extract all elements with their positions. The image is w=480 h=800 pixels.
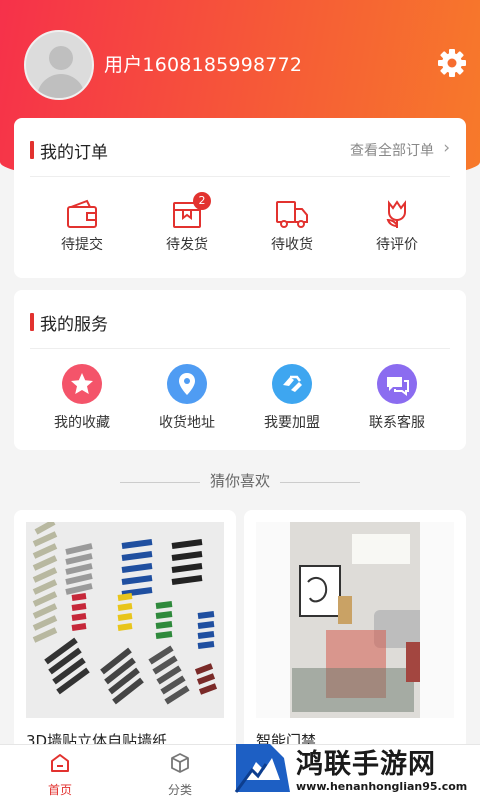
wallet-icon	[67, 199, 97, 228]
avatar[interactable]	[24, 30, 94, 100]
tab-home[interactable]: 首页	[30, 751, 90, 798]
handshake-icon	[272, 364, 312, 404]
order-pending-submit[interactable]: 待提交	[32, 198, 132, 260]
watermark-logo	[234, 744, 290, 793]
order-label: 待提交	[61, 237, 103, 253]
services-card: 我的服务 我的收藏 收货地址 我要加盟 联系客服	[14, 290, 466, 450]
chat-icon	[377, 364, 417, 404]
avatar-body	[37, 74, 85, 98]
username: 用户1608185998772	[104, 54, 303, 76]
service-label: 我的收藏	[54, 415, 110, 431]
order-label: 待收货	[271, 237, 313, 253]
service-customer-support[interactable]: 联系客服	[347, 364, 447, 434]
section-marker	[30, 313, 34, 331]
avatar-head	[49, 46, 73, 70]
divider-line	[120, 482, 200, 483]
service-label: 收货地址	[159, 415, 215, 431]
star-icon	[62, 364, 102, 404]
service-label: 联系客服	[369, 415, 425, 431]
services-header: 我的服务	[30, 290, 450, 349]
truck-icon	[276, 201, 308, 228]
settings-gear-icon[interactable]	[436, 47, 468, 79]
order-label: 待评价	[376, 237, 418, 253]
product-card[interactable]: 智能门禁	[244, 510, 466, 750]
tab-label: 首页	[47, 783, 72, 797]
recommend-divider: 猜你喜欢	[0, 470, 480, 492]
service-address[interactable]: 收货地址	[137, 364, 237, 434]
orders-title: 我的订单	[40, 143, 108, 163]
product-image[interactable]	[26, 522, 224, 718]
section-marker	[30, 141, 34, 159]
view-all-orders-link[interactable]: 查看全部订单	[350, 140, 434, 160]
flower-icon	[386, 200, 406, 228]
tab-label: 分类	[167, 783, 192, 797]
order-pending-ship[interactable]: 2 待发货	[137, 192, 237, 260]
service-label: 我要加盟	[264, 415, 320, 431]
product-card[interactable]: 3D墙贴立体自贴墙纸	[14, 510, 236, 750]
home-icon	[51, 754, 69, 772]
order-pending-review[interactable]: 待评价	[347, 198, 447, 260]
watermark-brand: 鸿联手游网	[296, 749, 436, 780]
location-icon	[167, 364, 207, 404]
watermark: 鸿联手游网 www.henanhonglian95.com	[230, 740, 480, 800]
services-title: 我的服务	[40, 315, 108, 335]
chevron-right-icon[interactable]: ›	[443, 138, 450, 158]
unread-badge: 2	[193, 192, 211, 210]
divider-line	[280, 482, 360, 483]
product-image[interactable]	[256, 522, 454, 718]
orders-header: 我的订单 查看全部订单 ›	[30, 118, 450, 177]
service-franchise[interactable]: 我要加盟	[242, 364, 342, 434]
tab-category[interactable]: 分类	[150, 751, 210, 798]
watermark-url: www.henanhonglian95.com	[296, 780, 468, 793]
order-pending-receive[interactable]: 待收货	[242, 198, 342, 260]
cube-icon	[171, 753, 189, 773]
order-label: 待发货	[166, 237, 208, 253]
recommend-title: 猜你喜欢	[209, 472, 270, 490]
service-favorites[interactable]: 我的收藏	[32, 364, 132, 434]
orders-card: 我的订单 查看全部订单 › 待提交 2 待发货 待收货 待评价	[14, 118, 466, 278]
